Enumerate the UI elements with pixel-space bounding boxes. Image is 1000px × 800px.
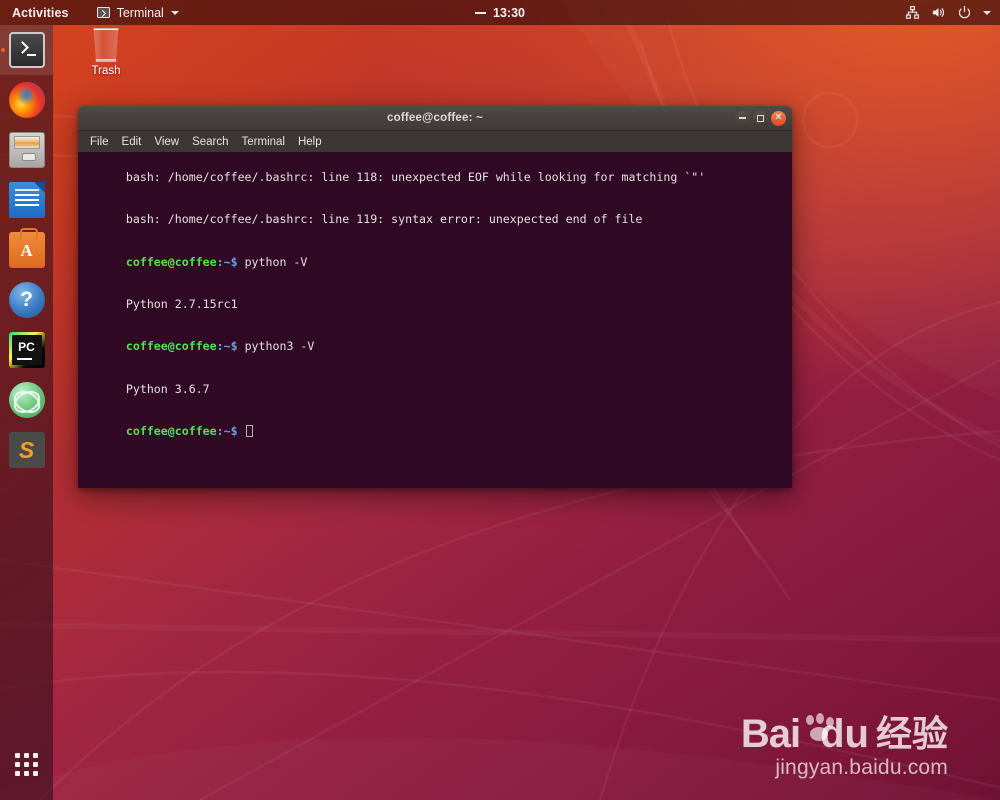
libreoffice-writer-icon [8,182,45,218]
watermark-url: jingyan.baidu.com [775,756,948,779]
baidu-watermark: Bai du 经验 jingyan.baidu.com [741,713,948,780]
window-title: coffee@coffee: ~ [387,112,483,124]
terminal-line: bash: /home/coffee/.bashrc: line 118: un… [84,156,786,198]
dash-icon [475,11,486,14]
terminal-line: coffee@coffee:~$ python -V [84,241,786,283]
terminal-line: coffee@coffee:~$ python3 -V [84,325,786,367]
dock-launcher [0,25,53,800]
power-icon [958,5,971,19]
dock-item-firefox[interactable] [0,75,53,125]
watermark-logo-row: Bai du 经验 [740,712,948,756]
terminal-cursor [245,424,253,437]
dock-item-software[interactable] [0,225,53,275]
atom-icon [8,382,45,418]
dock-item-terminal[interactable] [0,25,53,75]
terminal-line: Python 2.7.15rc1 [84,283,786,325]
prompt-path: :~$ [216,254,238,269]
chevron-down-icon [170,10,179,15]
prompt-user: coffee@coffee [125,423,217,438]
pycharm-icon [8,332,45,368]
terminal-line: Python 3.6.7 [84,367,786,409]
tray-chevron-down-icon [983,10,991,15]
terminal-mini-icon [96,7,110,18]
files-icon [8,132,45,168]
minimize-button[interactable] [735,110,750,126]
watermark-chinese-text: 经验 [875,714,948,755]
app-menu-label: Terminal [116,5,164,20]
terminal-icon [8,32,45,68]
network-icon [905,5,920,19]
activities-label: Activities [12,5,69,20]
terminal-output-text: Python 3.6.7 [125,381,210,396]
close-button[interactable]: ✕ [771,110,786,126]
volume-icon [932,8,944,17]
prompt-user: coffee@coffee [125,339,217,354]
clock-button[interactable]: 13:30 [435,0,565,25]
terminal-command [238,424,245,438]
watermark-bai-text: Bai [740,712,801,756]
sublime-text-icon [8,432,45,468]
dock-item-pycharm[interactable] [0,325,53,375]
terminal-output-area[interactable]: bash: /home/coffee/.bashrc: line 118: un… [78,152,792,488]
terminal-output-text: bash: /home/coffee/.bashrc: line 119: sy… [125,212,643,227]
prompt-user: coffee@coffee [125,254,217,269]
close-icon: ✕ [774,112,783,123]
app-menu-button[interactable]: Terminal [89,0,187,25]
menu-file[interactable]: File [84,134,115,150]
minimize-glyph [735,111,750,126]
help-icon [8,282,45,318]
terminal-line: bash: /home/coffee/.bashrc: line 119: sy… [84,198,786,240]
dock-item-writer[interactable] [0,175,53,225]
menu-help[interactable]: Help [292,134,328,150]
trash-label: Trash [91,65,121,77]
clock-label: 13:30 [493,5,525,20]
desktop-icon-trash[interactable]: Trash [78,28,134,77]
menu-terminal[interactable]: Terminal [236,134,291,150]
paw-print-icon [802,713,838,753]
grid-apps-icon [15,752,38,776]
menu-search[interactable]: Search [186,134,234,150]
terminal-output-text: Python 2.7.15rc1 [125,296,238,311]
menu-edit[interactable]: Edit [116,134,148,150]
terminal-command: python3 -V [237,339,315,354]
firefox-icon [8,82,45,118]
terminal-line: coffee@coffee:~$ [84,410,786,452]
maximize-glyph [753,111,768,126]
trash-icon [93,28,119,62]
maximize-button[interactable] [753,110,768,126]
dock-item-help[interactable] [0,275,53,325]
dock-item-atom[interactable] [0,375,53,425]
menu-view[interactable]: View [148,134,185,150]
ubuntu-software-icon [8,228,45,268]
terminal-window: coffee@coffee: ~ ✕ File Edit View Search… [78,106,792,488]
trash-base [94,59,118,62]
window-controls: ✕ [735,110,792,126]
terminal-titlebar[interactable]: coffee@coffee: ~ ✕ [78,106,792,131]
dock-item-files[interactable] [0,125,53,175]
prompt-path: :~$ [216,339,238,354]
terminal-menubar: File Edit View Search Terminal Help [78,131,792,152]
terminal-output-text: bash: /home/coffee/.bashrc: line 118: un… [125,170,706,185]
prompt-path: :~$ [216,423,238,438]
show-applications-button[interactable] [0,742,53,786]
system-tray[interactable] [905,5,1000,20]
top-bar: Activities Terminal 13:30 [0,0,1000,25]
activities-button[interactable]: Activities [4,0,77,25]
dock-item-sublime[interactable] [0,425,53,475]
terminal-command: python -V [237,254,308,269]
